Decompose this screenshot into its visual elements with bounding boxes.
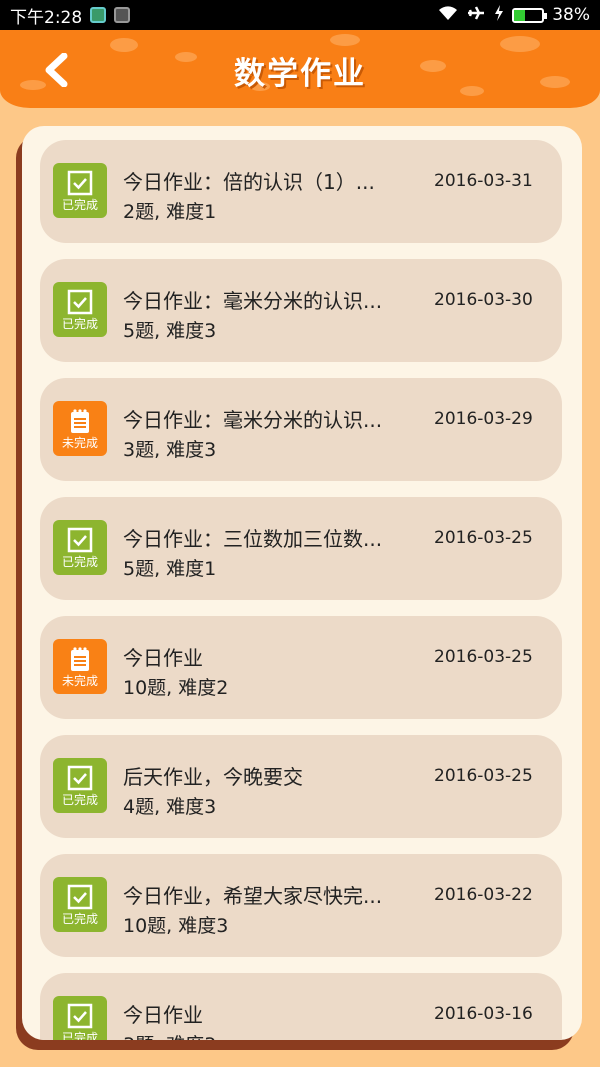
status-badge: 已完成 bbox=[53, 282, 107, 337]
homework-title: 今日作业：毫米分米的认识... bbox=[123, 289, 383, 313]
status-label: 未完成 bbox=[61, 674, 98, 688]
status-bar: 下午2:28 38% bbox=[0, 0, 600, 30]
homework-title: 今日作业 bbox=[123, 646, 203, 670]
status-badge: 未完成 bbox=[53, 401, 107, 456]
notepad-icon bbox=[71, 647, 89, 671]
status-label: 已完成 bbox=[61, 1031, 98, 1041]
status-label: 已完成 bbox=[61, 793, 98, 807]
homework-date: 2016-03-16 bbox=[434, 1004, 533, 1024]
homework-title: 今日作业：三位数加三位数... bbox=[123, 527, 383, 551]
homework-title: 今日作业 bbox=[123, 1003, 203, 1027]
checkbox-checked-icon bbox=[67, 884, 93, 910]
homework-date: 2016-03-29 bbox=[434, 409, 533, 429]
security-app-icon bbox=[90, 7, 107, 23]
checkbox-checked-icon bbox=[67, 1003, 93, 1029]
checkbox-checked-icon bbox=[67, 527, 93, 553]
app-header: 数学作业 bbox=[0, 30, 600, 108]
homework-item[interactable]: 未完成 今日作业 10题, 难度2 2016-03-25 bbox=[40, 616, 562, 719]
homework-item[interactable]: 未完成 今日作业：毫米分米的认识... 3题, 难度3 2016-03-29 bbox=[40, 378, 562, 481]
homework-title: 后天作业，今晚要交 bbox=[123, 765, 303, 789]
homework-meta: 3题, 难度3 bbox=[123, 1030, 216, 1040]
homework-item[interactable]: 已完成 今日作业：倍的认识（1）... 2题, 难度1 2016-03-31 bbox=[40, 140, 562, 243]
status-label: 已完成 bbox=[61, 555, 98, 569]
status-badge: 已完成 bbox=[53, 877, 107, 932]
status-badge: 已完成 bbox=[53, 758, 107, 813]
status-badge: 已完成 bbox=[53, 163, 107, 218]
homework-item[interactable]: 已完成 今日作业：三位数加三位数... 5题, 难度1 2016-03-25 bbox=[40, 497, 562, 600]
homework-list: 已完成 今日作业：倍的认识（1）... 2题, 难度1 2016-03-31 已完成 今日… bbox=[40, 140, 562, 1040]
notepad-icon bbox=[71, 409, 89, 433]
battery-level bbox=[514, 9, 525, 21]
status-label: 已完成 bbox=[61, 912, 98, 926]
homework-meta: 10题, 难度2 bbox=[123, 677, 229, 699]
battery-icon bbox=[512, 7, 548, 23]
status-left: 下午2:28 bbox=[10, 3, 131, 28]
homework-item[interactable]: 已完成 今日作业，希望大家尽快完... 10题, 难度3 2016-03-22 bbox=[40, 854, 562, 957]
homework-title: 今日作业，希望大家尽快完... bbox=[123, 884, 383, 908]
homework-item[interactable]: 已完成 后天作业，今晚要交 4题, 难度3 2016-03-25 bbox=[40, 735, 562, 838]
homework-date: 2016-03-25 bbox=[434, 766, 533, 786]
homework-meta: 5题, 难度3 bbox=[123, 320, 217, 342]
homework-meta: 4题, 难度3 bbox=[123, 796, 217, 818]
checkbox-checked-icon bbox=[67, 765, 93, 791]
status-label: 已完成 bbox=[61, 198, 98, 212]
homework-title: 今日作业：倍的认识（1）... bbox=[123, 170, 375, 194]
checkbox-checked-icon bbox=[67, 289, 93, 315]
status-badge: 未完成 bbox=[53, 639, 107, 694]
homework-date: 2016-03-31 bbox=[434, 171, 533, 191]
checkbox-checked-icon bbox=[67, 170, 93, 196]
notification-app-icon bbox=[114, 7, 131, 23]
homework-meta: 5题, 难度1 bbox=[123, 558, 217, 580]
status-label: 已完成 bbox=[61, 317, 98, 331]
homework-item[interactable]: 已完成 今日作业：毫米分米的认识... 5题, 难度3 2016-03-30 bbox=[40, 259, 562, 362]
status-time: 下午2:28 bbox=[10, 7, 83, 28]
status-right: 38% bbox=[438, 4, 590, 26]
homework-date: 2016-03-30 bbox=[434, 290, 533, 310]
homework-item[interactable]: 已完成 今日作业 3题, 难度3 2016-03-16 bbox=[40, 973, 562, 1040]
charging-icon bbox=[494, 4, 504, 26]
homework-meta: 2题, 难度1 bbox=[123, 201, 217, 223]
homework-date: 2016-03-25 bbox=[434, 528, 533, 548]
homework-meta: 3题, 难度3 bbox=[123, 439, 217, 461]
homework-panel: 已完成 今日作业：倍的认识（1）... 2题, 难度1 2016-03-31 已完成 今日… bbox=[22, 126, 582, 1040]
airplane-icon bbox=[466, 5, 486, 26]
status-badge: 已完成 bbox=[53, 520, 107, 575]
battery-percent: 38% bbox=[552, 5, 590, 25]
homework-title: 今日作业：毫米分米的认识... bbox=[123, 408, 383, 432]
homework-date: 2016-03-22 bbox=[434, 885, 533, 905]
page-title: 数学作业 bbox=[234, 56, 366, 92]
status-badge: 已完成 bbox=[53, 996, 107, 1040]
wifi-icon bbox=[438, 5, 458, 26]
homework-meta: 10题, 难度3 bbox=[123, 915, 229, 937]
status-label: 未完成 bbox=[61, 436, 98, 450]
homework-date: 2016-03-25 bbox=[434, 647, 533, 667]
